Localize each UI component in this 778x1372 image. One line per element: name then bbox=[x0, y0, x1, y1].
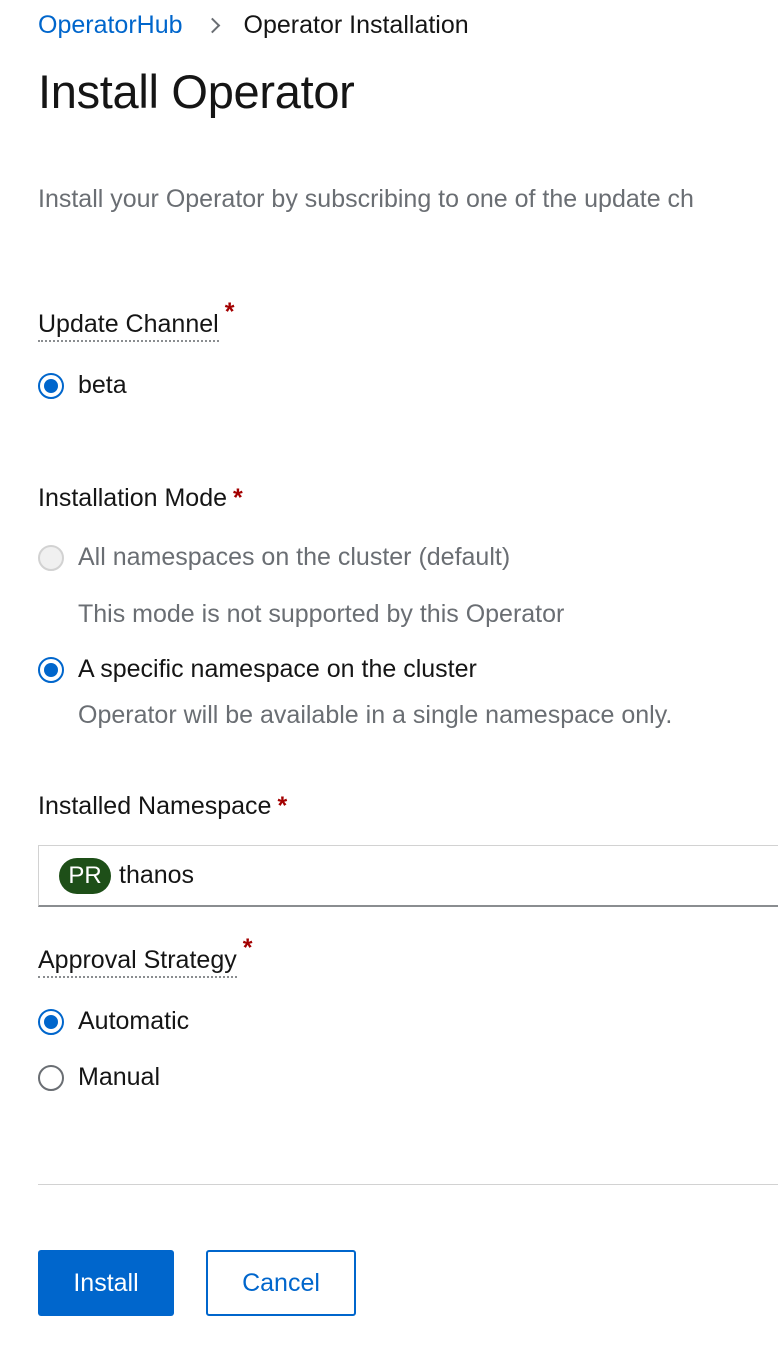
required-marker: * bbox=[242, 934, 253, 962]
radio-button[interactable] bbox=[38, 372, 64, 399]
radio-button[interactable] bbox=[38, 1064, 64, 1091]
radio-button[interactable] bbox=[38, 656, 64, 683]
radio-label: Automatic bbox=[78, 1007, 190, 1035]
install-operator-page: OperatorHub Operator Installation Instal… bbox=[0, 0, 778, 1372]
installation-mode-label: Installation Mode * bbox=[38, 482, 243, 514]
intro-text: Install your Operator by subscribing to … bbox=[38, 185, 694, 213]
breadcrumb-current: Operator Installation bbox=[243, 10, 469, 39]
update-channel-label: Update Channel * bbox=[38, 298, 234, 342]
helper-text: This mode is not supported by this Opera… bbox=[78, 600, 565, 628]
installation-mode-label-text: Installation Mode bbox=[38, 484, 228, 512]
breadcrumb-link-operatorhub[interactable]: OperatorHub bbox=[38, 11, 183, 40]
namespace-badge: PR bbox=[59, 857, 111, 894]
breadcrumb: OperatorHub Operator Installation bbox=[38, 8, 469, 42]
installed-namespace-label-text: Installed Namespace bbox=[38, 792, 272, 820]
install-button[interactable]: Install bbox=[38, 1250, 174, 1316]
approval-strategy-label: Approval Strategy * bbox=[38, 934, 252, 978]
page-title: Install Operator bbox=[38, 65, 355, 118]
required-marker: * bbox=[277, 792, 288, 820]
installation-mode-option-all-namespaces[interactable]: All namespaces on the cluster (default) bbox=[38, 543, 510, 572]
chevron-right-icon bbox=[204, 17, 220, 33]
radio-label: beta bbox=[78, 371, 127, 399]
installed-namespace-label: Installed Namespace * bbox=[38, 790, 287, 822]
update-channel-option-beta[interactable]: beta bbox=[38, 371, 127, 400]
radio-label: A specific namespace on the cluster bbox=[78, 655, 477, 683]
divider bbox=[38, 1184, 778, 1185]
namespace-value: thanos bbox=[119, 861, 195, 889]
required-marker: * bbox=[233, 484, 243, 512]
cancel-button[interactable]: Cancel bbox=[206, 1250, 356, 1316]
radio-label: All namespaces on the cluster (default) bbox=[78, 543, 511, 571]
approval-option-automatic[interactable]: Automatic bbox=[38, 1007, 189, 1036]
update-channel-label-text[interactable]: Update Channel bbox=[38, 310, 219, 342]
installation-mode-option-specific-namespace[interactable]: A specific namespace on the cluster bbox=[38, 655, 477, 684]
radio-button[interactable] bbox=[38, 544, 64, 571]
required-marker: * bbox=[224, 298, 235, 326]
approval-strategy-label-text[interactable]: Approval Strategy bbox=[38, 946, 237, 978]
radio-label: Manual bbox=[78, 1063, 160, 1091]
installed-namespace-select[interactable]: PR thanos bbox=[38, 845, 778, 907]
approval-option-manual[interactable]: Manual bbox=[38, 1063, 160, 1092]
radio-button[interactable] bbox=[38, 1008, 64, 1035]
helper-text: Operator will be available in a single n… bbox=[78, 701, 673, 729]
